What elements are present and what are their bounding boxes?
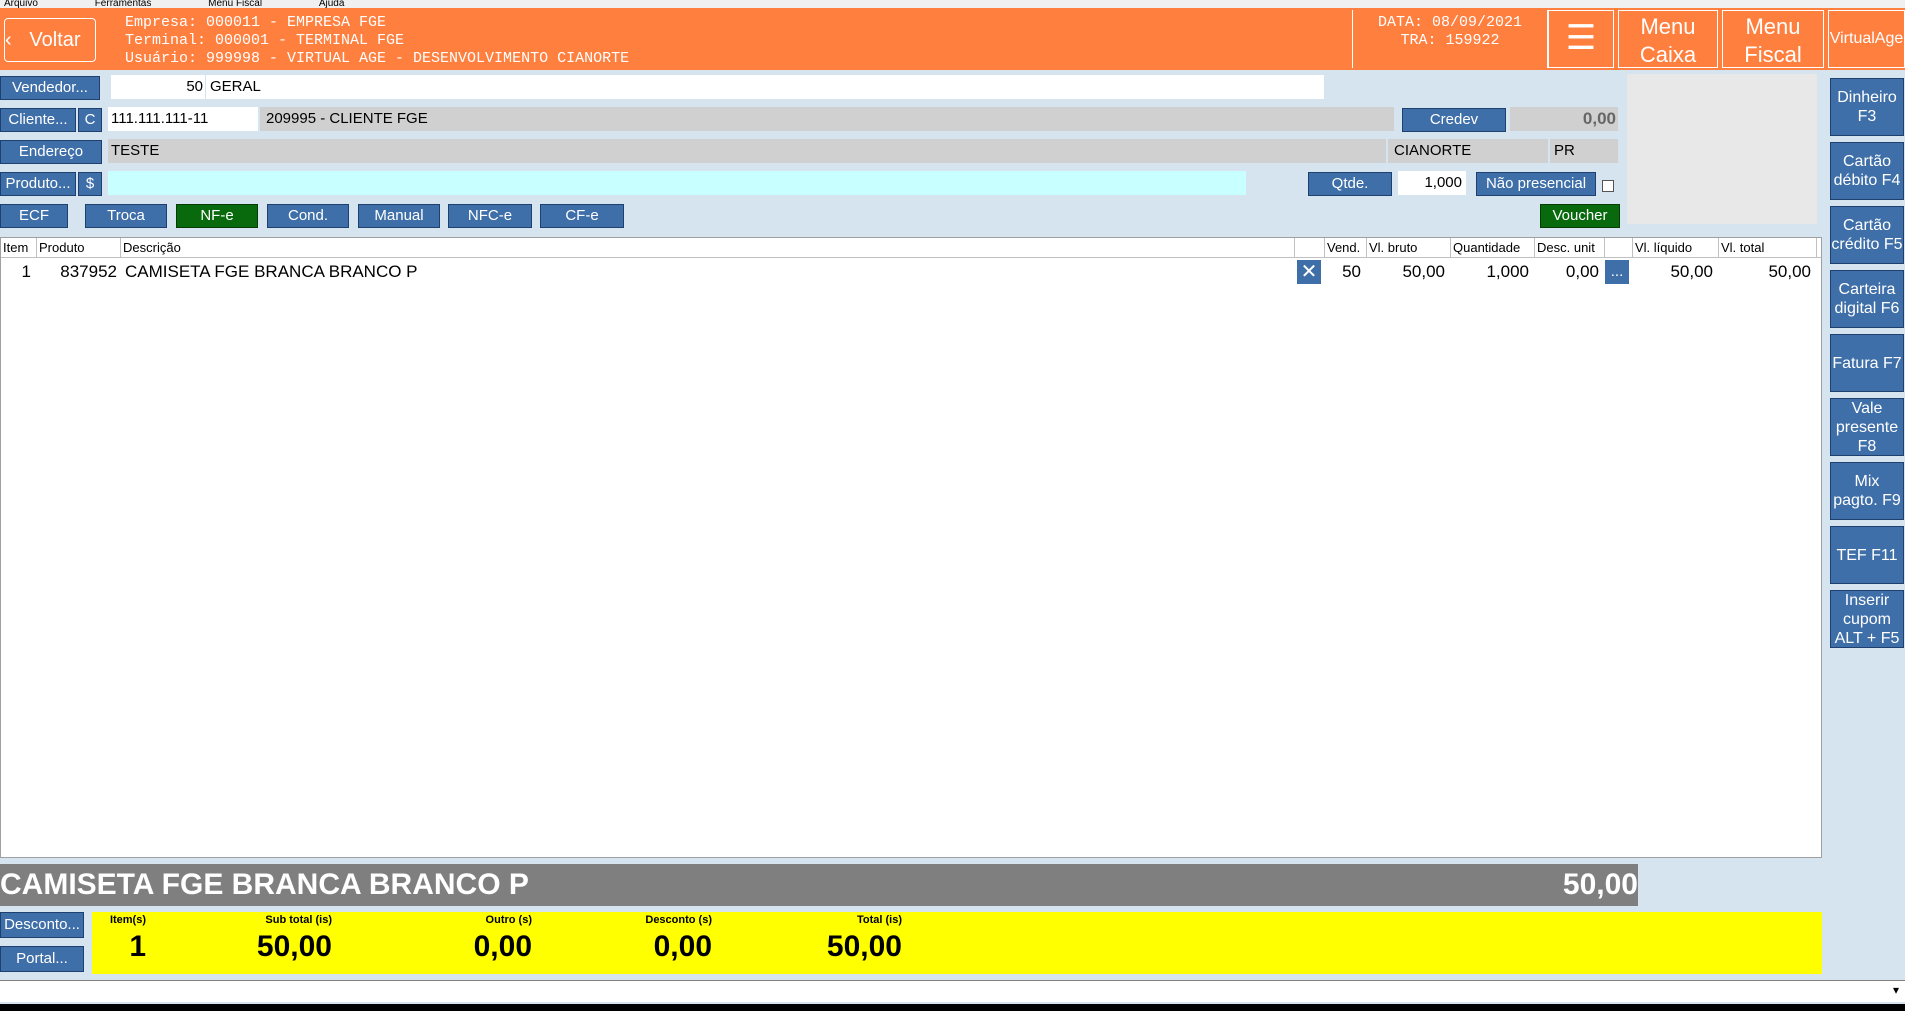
menu-ferramentas[interactable]: Ferramentas <box>95 0 152 8</box>
cell-descricao: CAMISETA FGE BRANCA BRANCO P <box>125 262 418 281</box>
back-button[interactable]: ‹ Voltar <box>4 18 96 62</box>
cond-button[interactable]: Cond. <box>267 204 349 228</box>
carteira-digital-button[interactable]: Carteira digital F6 <box>1830 270 1904 328</box>
table-header: Item Produto Descrição Vend. Vl. bruto Q… <box>1 238 1821 258</box>
nao-presencial-button[interactable]: Não presencial <box>1476 172 1596 196</box>
produto-price-button[interactable]: $ <box>78 172 102 196</box>
cell-desc-unit: 0,00 <box>1565 262 1599 281</box>
uf-field: PR <box>1550 139 1618 163</box>
col-produto[interactable]: Produto <box>37 238 121 258</box>
cell-quantidade: 1,000 <box>1486 262 1529 281</box>
cell-bruto: 50,00 <box>1402 262 1445 281</box>
qtde-field[interactable]: 1,000 <box>1398 171 1466 195</box>
inserir-cupom-button[interactable]: Inserir cupom ALT + F5 <box>1830 590 1904 648</box>
terminal-text: Terminal: 000001 - TERMINAL FGE <box>125 32 405 49</box>
total-value: 50,00 <box>826 930 902 963</box>
col-vend[interactable]: Vend. <box>1325 238 1367 258</box>
vendedor-button[interactable]: Vendedor... <box>0 76 100 100</box>
col-bruto[interactable]: Vl. bruto <box>1367 238 1451 258</box>
cliente-c-button[interactable]: C <box>78 108 102 132</box>
produto-input[interactable] <box>108 171 1246 195</box>
hamburger-icon[interactable]: ☰ <box>1548 10 1614 68</box>
current-item-value: 50,00 <box>1562 868 1638 901</box>
totals-panel: Item(s) 1 Sub total (is) 50,00 Outro (s)… <box>92 912 1822 974</box>
portal-button[interactable]: Portal... <box>0 946 84 972</box>
qtde-button[interactable]: Qtde. <box>1308 172 1392 196</box>
cartao-credito-button[interactable]: Cartão crédito F5 <box>1830 206 1904 264</box>
col-descricao[interactable]: Descrição <box>121 238 1295 258</box>
endereco-button[interactable]: Endereço <box>0 140 102 164</box>
cell-liquido: 50,00 <box>1670 262 1713 281</box>
voucher-button[interactable]: Voucher <box>1540 204 1620 228</box>
col-more <box>1605 238 1633 258</box>
desconto-label: Desconto (s) <box>645 914 712 926</box>
total-label: Total (is) <box>856 914 902 926</box>
cartao-debito-button[interactable]: Cartão débito F4 <box>1830 142 1904 200</box>
endereco-field: TESTE <box>108 139 1386 163</box>
nao-presencial-checkbox[interactable] <box>1602 180 1614 192</box>
cell-total: 50,00 <box>1768 262 1811 281</box>
col-liquido[interactable]: Vl. líquido <box>1633 238 1719 258</box>
nfe-button[interactable]: NF-e <box>176 204 258 228</box>
menu-fiscal[interactable]: Menu Fiscal <box>208 0 262 8</box>
cliente-button[interactable]: Cliente... <box>0 108 76 132</box>
mix-pagto-button[interactable]: Mix pagto. F9 <box>1830 462 1904 520</box>
chevron-down-icon[interactable]: ▾ <box>1893 983 1899 997</box>
produto-button[interactable]: Produto... <box>0 172 76 196</box>
col-item[interactable]: Item <box>1 238 37 258</box>
total-items-label: Item(s) <box>109 914 146 926</box>
vendedor-name-field: GERAL <box>206 75 1324 99</box>
cell-produto: 837952 <box>60 262 117 281</box>
col-action <box>1295 238 1325 258</box>
cell-vend: 50 <box>1342 262 1361 281</box>
manual-button[interactable]: Manual <box>358 204 440 228</box>
side-panel <box>1627 74 1817 224</box>
items-table: Item Produto Descrição Vend. Vl. bruto Q… <box>0 237 1822 858</box>
tra-text: TRA: 159922 <box>1400 32 1500 49</box>
cfe-button[interactable]: CF-e <box>540 204 624 228</box>
tef-button[interactable]: TEF F11 <box>1830 526 1904 584</box>
vendedor-code-field[interactable]: 50 <box>111 75 205 99</box>
outro-label: Outro (s) <box>485 914 532 926</box>
item-more-button[interactable]: ... <box>1605 260 1629 284</box>
total-items-value: 1 <box>129 930 146 963</box>
date-text: DATA: 08/09/2021 <box>1377 14 1523 31</box>
menu-bar: Arquivo Ferramentas Menu Fiscal Ajuda <box>0 0 1905 8</box>
brand-logo: VirtualAge <box>1828 10 1905 68</box>
session-info: Empresa: 000011 - EMPRESA FGE Terminal: 0… <box>125 14 629 68</box>
fatura-button[interactable]: Fatura F7 <box>1830 334 1904 392</box>
date-box: DATA: 08/09/2021 TRA: 159922 <box>1352 10 1548 68</box>
menu-ajuda[interactable]: Ajuda <box>319 0 345 8</box>
outro-value: 0,00 <box>473 930 532 963</box>
cell-item: 1 <box>21 262 31 281</box>
chevron-left-icon: ‹ <box>5 29 12 51</box>
status-bar: ▾ <box>0 980 1905 1002</box>
cidade-field: CIANORTE <box>1388 139 1548 163</box>
menu-arquivo[interactable]: Arquivo <box>4 0 38 8</box>
usuario-text: Usuário: 999998 - VIRTUAL AGE - DESENVOL… <box>125 50 630 67</box>
credev-button[interactable]: Credev <box>1402 108 1506 132</box>
subtotal-label: Sub total (is) <box>265 914 332 926</box>
empresa-text: Empresa: 000011 - EMPRESA FGE <box>125 14 387 31</box>
current-item-bar: CAMISETA FGE BRANCA BRANCO P 50,00 <box>0 864 1638 906</box>
col-quantidade[interactable]: Quantidade <box>1451 238 1535 258</box>
desconto-value: 0,00 <box>653 930 712 963</box>
desconto-button[interactable]: Desconto... <box>0 912 84 938</box>
menu-fiscal-button[interactable]: Menu Fiscal <box>1722 10 1824 68</box>
col-desc-unit[interactable]: Desc. unit <box>1535 238 1605 258</box>
subtotal-value: 50,00 <box>256 930 332 963</box>
col-total[interactable]: Vl. total <box>1719 238 1817 258</box>
dinheiro-button[interactable]: Dinheiro F3 <box>1830 78 1904 136</box>
cliente-name-field: 209995 - CLIENTE FGE <box>260 107 1394 131</box>
current-item-desc: CAMISETA FGE BRANCA BRANCO P <box>0 868 529 901</box>
ecf-button[interactable]: ECF <box>0 204 68 228</box>
vale-presente-button[interactable]: Vale presente F8 <box>1830 398 1904 456</box>
remove-item-icon[interactable]: ✕ <box>1297 260 1321 284</box>
troca-button[interactable]: Troca <box>85 204 167 228</box>
taskbar-strip <box>0 1004 1905 1011</box>
credev-value: 0,00 <box>1510 107 1618 131</box>
cliente-doc-field[interactable]: 111.111.111-11 <box>108 107 258 131</box>
menu-caixa-button[interactable]: Menu Caixa <box>1618 10 1718 68</box>
nfce-button[interactable]: NFC-e <box>448 204 532 228</box>
